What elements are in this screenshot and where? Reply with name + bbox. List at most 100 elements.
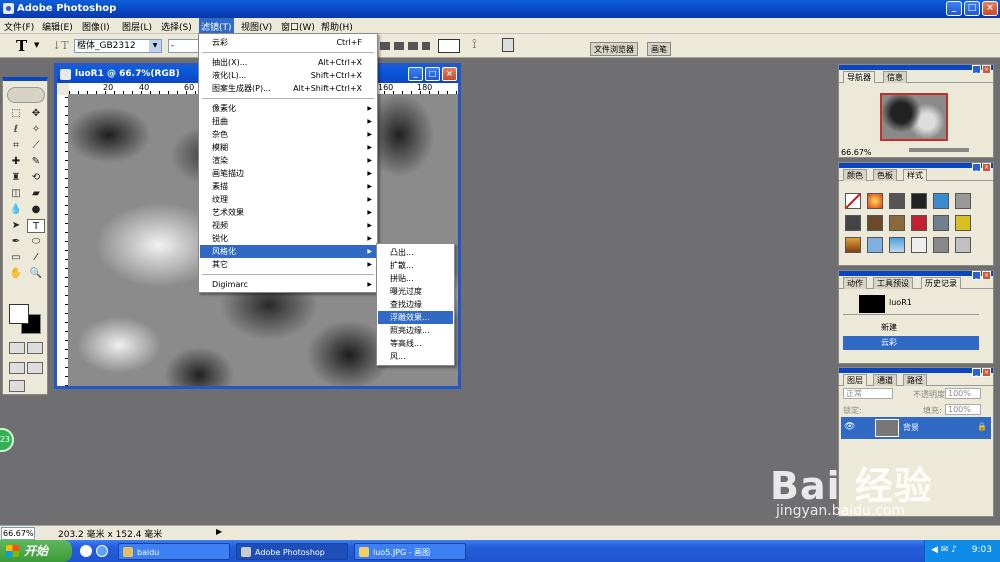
lasso-tool-icon[interactable]: ℓ: [7, 123, 25, 137]
jump-to-imageready-icon[interactable]: [9, 380, 25, 392]
style-swatch[interactable]: [867, 237, 883, 253]
menu-item-pattern-maker[interactable]: 图案生成器(P)... Alt+Shift+Ctrl+X: [200, 82, 376, 95]
menu-image[interactable]: 图像(I): [82, 20, 110, 33]
tab-info[interactable]: 信息: [883, 71, 907, 83]
screen-mode-full-icon[interactable]: [27, 362, 43, 374]
text-orientation-icon[interactable]: ↓T: [52, 39, 69, 52]
doc-minimize-button[interactable]: _: [408, 67, 423, 81]
status-zoom-field[interactable]: 66.67%: [1, 527, 35, 540]
slice-tool-icon[interactable]: ⟋: [27, 139, 45, 153]
menu-file[interactable]: 文件(F): [4, 20, 34, 33]
menu-edit[interactable]: 编辑(E): [42, 20, 73, 33]
menu-item-brush-strokes[interactable]: 画笔描边 ▶: [200, 167, 376, 180]
text-color-swatch[interactable]: [438, 39, 460, 53]
layer-row-background[interactable]: 👁 背景 🔒: [841, 417, 991, 439]
tab-actions[interactable]: 动作: [843, 277, 867, 289]
submenu-item-emboss[interactable]: 浮雕效果...: [378, 311, 453, 324]
style-swatch[interactable]: [867, 193, 883, 209]
taskbar-button-baidu[interactable]: baidu: [118, 543, 230, 560]
history-brush-tool-icon[interactable]: ⟲: [27, 171, 45, 185]
menu-item-texture[interactable]: 纹理 ▶: [200, 193, 376, 206]
menu-item-extract[interactable]: 抽出(X)... Alt+Ctrl+X: [200, 56, 376, 69]
font-family-select[interactable]: 楷体_GB2312 ▼: [74, 39, 162, 53]
tab-swatches[interactable]: 色板: [873, 169, 897, 181]
tab-paths[interactable]: 路径: [903, 374, 927, 386]
ie-quicklaunch-icon[interactable]: [96, 545, 108, 557]
status-menu-arrow-icon[interactable]: ▶: [216, 527, 222, 536]
minimize-button[interactable]: _: [946, 1, 962, 16]
brush-tool-icon[interactable]: ✎: [27, 155, 45, 169]
eyedropper-tool-icon[interactable]: ⁄: [27, 251, 45, 265]
healing-brush-tool-icon[interactable]: ✚: [7, 155, 25, 169]
taskbar-button-photoshop[interactable]: Adobe Photoshop: [236, 543, 348, 560]
style-swatch[interactable]: [933, 237, 949, 253]
style-swatch[interactable]: [955, 215, 971, 231]
menu-item-pixelate[interactable]: 像素化 ▶: [200, 102, 376, 115]
menu-item-other[interactable]: 其它 ▶: [200, 258, 376, 271]
clock[interactable]: 9:03: [972, 545, 992, 555]
type-tool-icon[interactable]: T: [27, 219, 45, 233]
menu-item-liquify[interactable]: 液化(L)... Shift+Ctrl+X: [200, 69, 376, 82]
menu-item-blur[interactable]: 模糊 ▶: [200, 141, 376, 154]
menu-item-artistic[interactable]: 艺术效果 ▶: [200, 206, 376, 219]
tab-channels[interactable]: 通道: [873, 374, 897, 386]
history-item-clouds[interactable]: 云彩: [843, 336, 979, 350]
adobe-online-icon[interactable]: [7, 87, 45, 103]
tab-color[interactable]: 颜色: [843, 169, 867, 181]
style-swatch[interactable]: [933, 193, 949, 209]
submenu-item-solarize[interactable]: 曝光过度: [378, 285, 453, 298]
hand-tool-icon[interactable]: ✋: [7, 267, 25, 281]
screen-mode-standard-icon[interactable]: [9, 362, 25, 374]
show-desktop-icon[interactable]: [80, 545, 92, 557]
history-item-new[interactable]: 新建: [843, 321, 979, 335]
eye-icon[interactable]: 👁: [844, 422, 855, 432]
menu-item-noise[interactable]: 杂色 ▶: [200, 128, 376, 141]
tab-navigator[interactable]: 导航器: [843, 71, 875, 83]
menu-filter[interactable]: 滤镜(T): [199, 18, 234, 34]
style-swatch[interactable]: [955, 193, 971, 209]
menu-window[interactable]: 窗口(W): [281, 20, 315, 33]
submenu-item-diffuse[interactable]: 扩散...: [378, 259, 453, 272]
opacity-field[interactable]: 100%: [945, 388, 981, 399]
clone-stamp-tool-icon[interactable]: ♜: [7, 171, 25, 185]
submenu-item-wind[interactable]: 风...: [378, 350, 453, 363]
text-tool-icon[interactable]: T: [16, 37, 27, 55]
tab-layers[interactable]: 图层: [843, 374, 867, 386]
submenu-item-tiles[interactable]: 拼贴...: [378, 272, 453, 285]
foreground-color-swatch[interactable]: [9, 304, 29, 324]
menu-layer[interactable]: 图层(L): [122, 20, 152, 33]
menu-help[interactable]: 帮助(H): [321, 20, 353, 33]
blur-tool-icon[interactable]: 💧: [7, 203, 25, 217]
zoom-tool-icon[interactable]: 🔍: [27, 267, 45, 281]
dock-tab-file-browser[interactable]: 文件浏览器: [590, 42, 638, 56]
side-badge[interactable]: 23: [0, 428, 14, 452]
style-swatch[interactable]: [911, 193, 927, 209]
tab-styles[interactable]: 样式: [903, 169, 927, 181]
style-swatch[interactable]: [911, 215, 927, 231]
eraser-tool-icon[interactable]: ◫: [7, 187, 25, 201]
quick-mask-icon[interactable]: [27, 342, 43, 354]
menu-item-last-filter[interactable]: 云彩 Ctrl+F: [200, 36, 376, 49]
tab-tool-presets[interactable]: 工具预设: [873, 277, 913, 289]
notes-tool-icon[interactable]: ▭: [7, 251, 25, 265]
menu-select[interactable]: 选择(S): [161, 20, 192, 33]
menu-item-video[interactable]: 视频 ▶: [200, 219, 376, 232]
maximize-button[interactable]: □: [964, 1, 980, 16]
text-align-icons[interactable]: [380, 42, 430, 50]
style-swatch[interactable]: [911, 237, 927, 253]
menu-item-sharpen[interactable]: 锐化 ▶: [200, 232, 376, 245]
blend-mode-select[interactable]: 正常: [843, 388, 893, 399]
start-button[interactable]: 开始: [0, 540, 72, 562]
menu-item-sketch[interactable]: 素描 ▶: [200, 180, 376, 193]
gradient-tool-icon[interactable]: ▰: [27, 187, 45, 201]
font-style-select[interactable]: -: [168, 39, 200, 53]
navigator-zoom[interactable]: 66.67%: [841, 148, 872, 157]
style-swatch[interactable]: [845, 237, 861, 253]
dodge-tool-icon[interactable]: ●: [27, 203, 45, 217]
taskbar-button-paint[interactable]: luo5.JPG - 画图: [354, 543, 466, 560]
style-swatch[interactable]: [845, 215, 861, 231]
standard-mode-icon[interactable]: [9, 342, 25, 354]
style-swatch[interactable]: [889, 193, 905, 209]
submenu-item-trace-contour[interactable]: 等高线...: [378, 337, 453, 350]
menu-item-render[interactable]: 渲染 ▶: [200, 154, 376, 167]
